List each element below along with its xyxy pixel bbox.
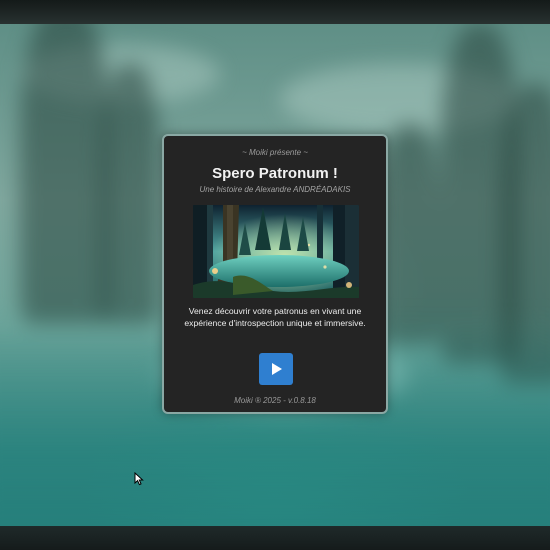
story-description: Venez découvrir votre patronus en vivant… bbox=[184, 306, 366, 328]
mouse-pointer-icon bbox=[134, 471, 144, 491]
story-author: Une histoire de Alexandre ANDRÉADAKIS bbox=[199, 185, 351, 194]
top-bar bbox=[0, 0, 550, 24]
bottom-bar bbox=[0, 526, 550, 550]
cover-illustration bbox=[193, 205, 359, 298]
presents-text: ~ Moiki présente ~ bbox=[242, 148, 308, 157]
story-title: Spero Patronum ! bbox=[212, 165, 338, 182]
screen: ~ Moiki présente ~ Spero Patronum ! Une … bbox=[0, 0, 550, 550]
play-icon bbox=[272, 363, 282, 375]
version-footer: Moiki ® 2025 - v.0.8.18 bbox=[234, 396, 316, 405]
story-splash-card: ~ Moiki présente ~ Spero Patronum ! Une … bbox=[162, 134, 388, 414]
play-button[interactable] bbox=[259, 353, 293, 385]
